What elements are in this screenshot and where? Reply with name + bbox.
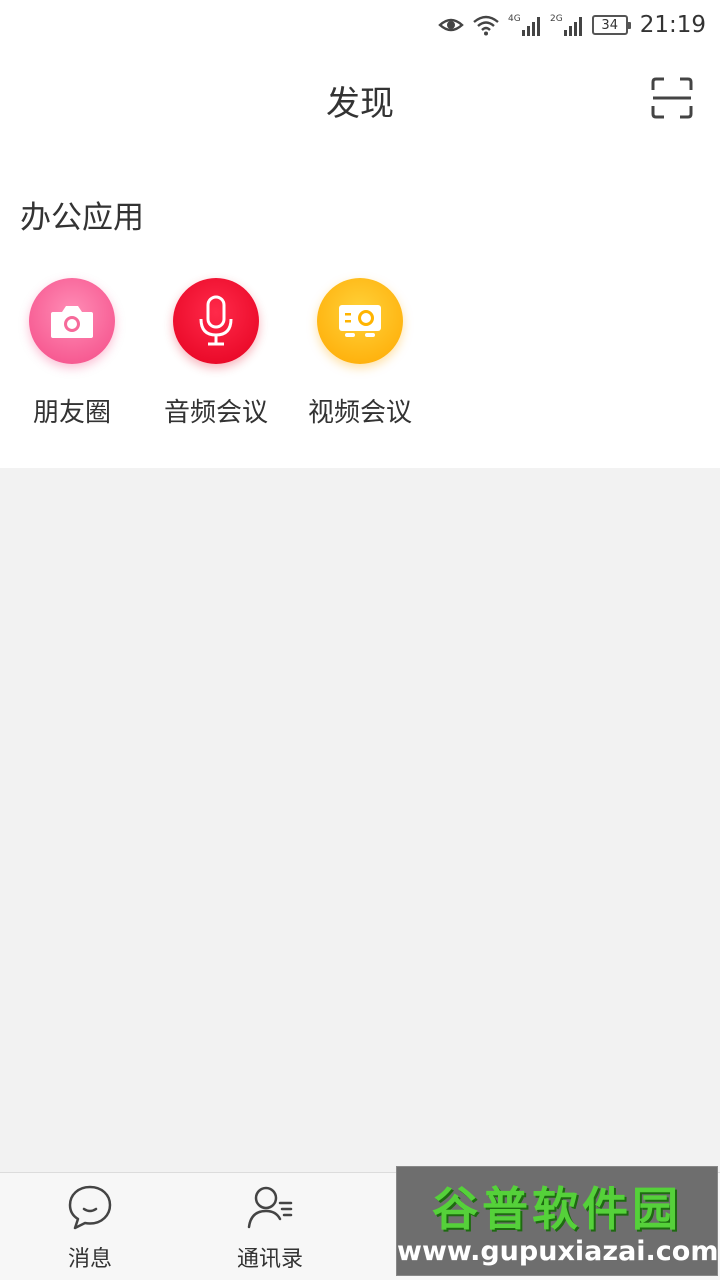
app-audio-meeting[interactable]: 音频会议 — [144, 278, 288, 429]
signal-2g-icon: 2G — [550, 14, 582, 36]
microphone-icon — [199, 295, 233, 346]
app-label: 音频会议 — [163, 398, 268, 428]
net-type-label: 4G — [508, 14, 521, 24]
app-moments[interactable]: 朋友圈 — [0, 278, 144, 429]
app-label: 朋友圈 — [32, 398, 111, 428]
app-icon-circle — [29, 278, 115, 364]
app-grid: 朋友圈 音频会议 视频会议 — [0, 278, 720, 438]
nav-label: 通讯录 — [236, 1247, 303, 1272]
app-icon-circle — [173, 278, 259, 364]
page-title: 发现 — [326, 84, 394, 124]
status-bar: 4G 2G 34 21:19 — [0, 0, 720, 50]
scan-button[interactable] — [650, 76, 694, 120]
chat-bubble-icon — [68, 1185, 112, 1230]
watermark: 谷普软件园 www.gupuxiazai.com — [396, 1166, 718, 1276]
watermark-url: www.gupuxiazai.com — [397, 1236, 719, 1267]
battery-icon: 34 — [591, 15, 631, 35]
battery-level: 34 — [601, 17, 618, 33]
watermark-title: 谷普软件园 — [432, 1182, 682, 1236]
projector-icon — [339, 305, 381, 337]
eye-icon — [437, 18, 464, 32]
signal-4g-icon: 4G — [508, 14, 540, 36]
status-time: 21:19 — [639, 12, 706, 38]
header: 发现 — [0, 60, 720, 140]
section-title: 办公应用 — [20, 200, 144, 236]
nav-label: 消息 — [67, 1247, 112, 1272]
nav-item-messages[interactable]: 消息 — [0, 1183, 180, 1273]
net-type-label: 2G — [550, 14, 563, 24]
scan-icon — [651, 77, 693, 119]
app-icon-circle — [317, 278, 403, 364]
status-icons: 4G 2G 34 21:19 — [437, 8, 706, 42]
camera-icon — [51, 306, 93, 338]
app-video-meeting[interactable]: 视频会议 — [288, 278, 432, 429]
contacts-icon — [247, 1186, 293, 1229]
nav-item-contacts[interactable]: 通讯录 — [180, 1183, 360, 1273]
app-label: 视频会议 — [307, 398, 412, 428]
wifi-icon — [472, 15, 499, 36]
